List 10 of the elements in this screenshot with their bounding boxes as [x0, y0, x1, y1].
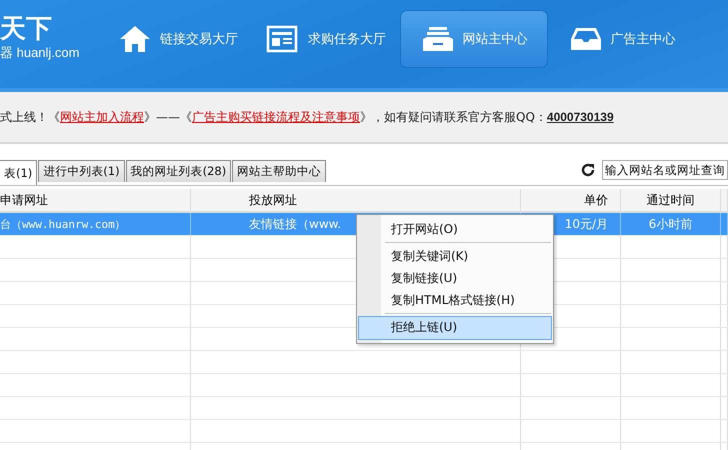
table-cell: 6小时前: [621, 213, 721, 235]
table-cell: 台（www.huanrw.com）: [0, 213, 191, 235]
notice-text: 》——《: [144, 108, 192, 126]
column-header: 申请网址: [0, 189, 191, 211]
column-header: 通过时间: [621, 189, 721, 211]
logo-url: 器 huanlj.com: [0, 44, 80, 62]
notice-text: 式上线！《: [0, 108, 60, 126]
notice-text: 》，如有疑问请联系官方客服QQ：: [360, 108, 547, 126]
column-header: 投放网址: [191, 189, 521, 211]
column-header: 单价: [521, 189, 621, 211]
